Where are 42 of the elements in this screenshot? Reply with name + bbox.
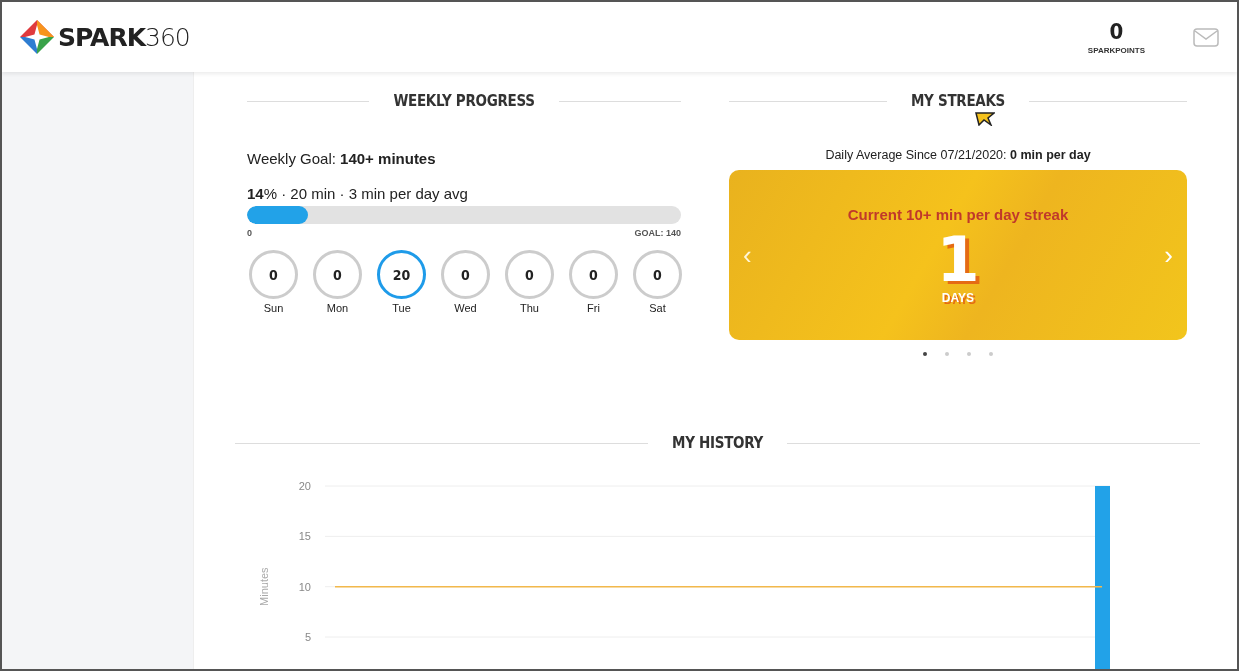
axis-label: Minutes (258, 567, 270, 606)
section-title: WEEKLY PROGRESS (393, 92, 535, 110)
day-label: Wed (454, 302, 477, 314)
day-minutes: 0 (633, 250, 682, 299)
weekly-goal: Weekly Goal: 140+ minutes (247, 150, 437, 167)
logo-icon (20, 20, 54, 54)
day-minutes: 0 (569, 250, 618, 299)
day-label: Fri (587, 302, 600, 314)
day-label: Sun (263, 302, 284, 314)
points-value: 0 (1109, 19, 1124, 44)
daily-average: Daily Average Since 07/21/2020: 0 min per day (824, 148, 1092, 162)
tick-label: 20 (298, 480, 311, 492)
day-minutes: 0 (313, 250, 362, 299)
day-label: Tue (392, 302, 411, 314)
progress-max-label: GOAL: 140 (634, 228, 681, 238)
day-label: Thu (520, 302, 539, 314)
streak-count: 1 (936, 228, 980, 291)
section-title: MY HISTORY (672, 434, 763, 452)
day-label: Sat (649, 302, 666, 314)
day-minutes: 0 (249, 250, 298, 299)
carousel-dot[interactable] (967, 352, 971, 356)
previous-button[interactable]: ‹ (743, 239, 752, 271)
day-minutes: 0 (505, 250, 554, 299)
day-label: Mon (326, 302, 349, 314)
day-minutes: 0 (441, 250, 490, 299)
carousel-dot[interactable] (989, 352, 993, 356)
streak-title: Current 10+ min per day streak (847, 205, 1069, 223)
section-title: MY STREAKS (910, 92, 1006, 110)
carousel-dot[interactable] (945, 352, 949, 356)
points-label: SPARKPOINTS (1087, 46, 1145, 55)
star-icon (975, 112, 995, 126)
streak-unit: DAYS (941, 290, 975, 305)
carousel-dot[interactable] (923, 352, 927, 356)
day-minutes: 20 (377, 250, 426, 299)
progress-summary: 14% · 20 min · 3 min per day avg (247, 185, 469, 202)
tick-label: 5 (304, 631, 311, 644)
mail-icon[interactable] (1193, 27, 1219, 47)
tick-label: 15 (298, 530, 311, 543)
tick-label: 10 (298, 580, 311, 593)
next-button[interactable]: › (1164, 239, 1173, 271)
progress-min-label: 0 (247, 228, 252, 238)
logo-text: SPARK360 (58, 22, 190, 52)
